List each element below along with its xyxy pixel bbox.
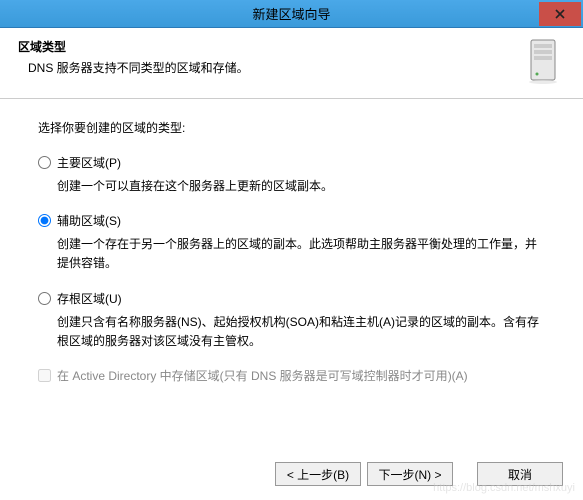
radio-secondary-label: 辅助区域(S) xyxy=(57,212,121,229)
radio-group-primary: 主要区域(P) 创建一个可以直接在这个服务器上更新的区域副本。 xyxy=(38,154,545,196)
wizard-header: 区域类型 DNS 服务器支持不同类型的区域和存储。 xyxy=(0,28,583,99)
titlebar: 新建区域向导 xyxy=(0,0,583,28)
prompt-text: 选择你要创建的区域的类型: xyxy=(38,119,545,136)
server-icon xyxy=(527,38,565,84)
radio-group-stub: 存根区域(U) 创建只含有名称服务器(NS)、起始授权机构(SOA)和粘连主机(… xyxy=(38,290,545,351)
header-text: 区域类型 DNS 服务器支持不同类型的区域和存储。 xyxy=(18,38,517,76)
radio-primary-zone[interactable]: 主要区域(P) xyxy=(38,154,545,171)
radio-secondary-description: 创建一个存在于另一个服务器上的区域的副本。此选项帮助主服务器平衡处理的工作量，并… xyxy=(57,235,545,273)
window-title: 新建区域向导 xyxy=(0,4,583,23)
radio-secondary-input[interactable] xyxy=(38,214,51,227)
back-button[interactable]: < 上一步(B) xyxy=(275,462,361,486)
radio-primary-input[interactable] xyxy=(38,156,51,169)
radio-stub-input[interactable] xyxy=(38,292,51,305)
close-icon xyxy=(555,9,565,19)
header-title: 区域类型 xyxy=(18,38,517,55)
radio-stub-description: 创建只含有名称服务器(NS)、起始授权机构(SOA)和粘连主机(A)记录的区域的… xyxy=(57,313,545,351)
radio-stub-label: 存根区域(U) xyxy=(57,290,122,307)
radio-stub-zone[interactable]: 存根区域(U) xyxy=(38,290,545,307)
ad-storage-checkbox-row: 在 Active Directory 中存储区域(只有 DNS 服务器是可写域控… xyxy=(38,367,545,384)
radio-primary-label: 主要区域(P) xyxy=(57,154,121,171)
radio-group-secondary: 辅助区域(S) 创建一个存在于另一个服务器上的区域的副本。此选项帮助主服务器平衡… xyxy=(38,212,545,273)
wizard-content: 选择你要创建的区域的类型: 主要区域(P) 创建一个可以直接在这个服务器上更新的… xyxy=(0,99,583,394)
close-button[interactable] xyxy=(539,2,581,26)
radio-secondary-zone[interactable]: 辅助区域(S) xyxy=(38,212,545,229)
ad-storage-label: 在 Active Directory 中存储区域(只有 DNS 服务器是可写域控… xyxy=(57,367,468,384)
header-subtitle: DNS 服务器支持不同类型的区域和存储。 xyxy=(18,59,517,76)
radio-primary-description: 创建一个可以直接在这个服务器上更新的区域副本。 xyxy=(57,177,545,196)
ad-storage-checkbox xyxy=(38,369,51,382)
watermark: https://blog.csdn.net/mshxuyi xyxy=(433,482,575,494)
